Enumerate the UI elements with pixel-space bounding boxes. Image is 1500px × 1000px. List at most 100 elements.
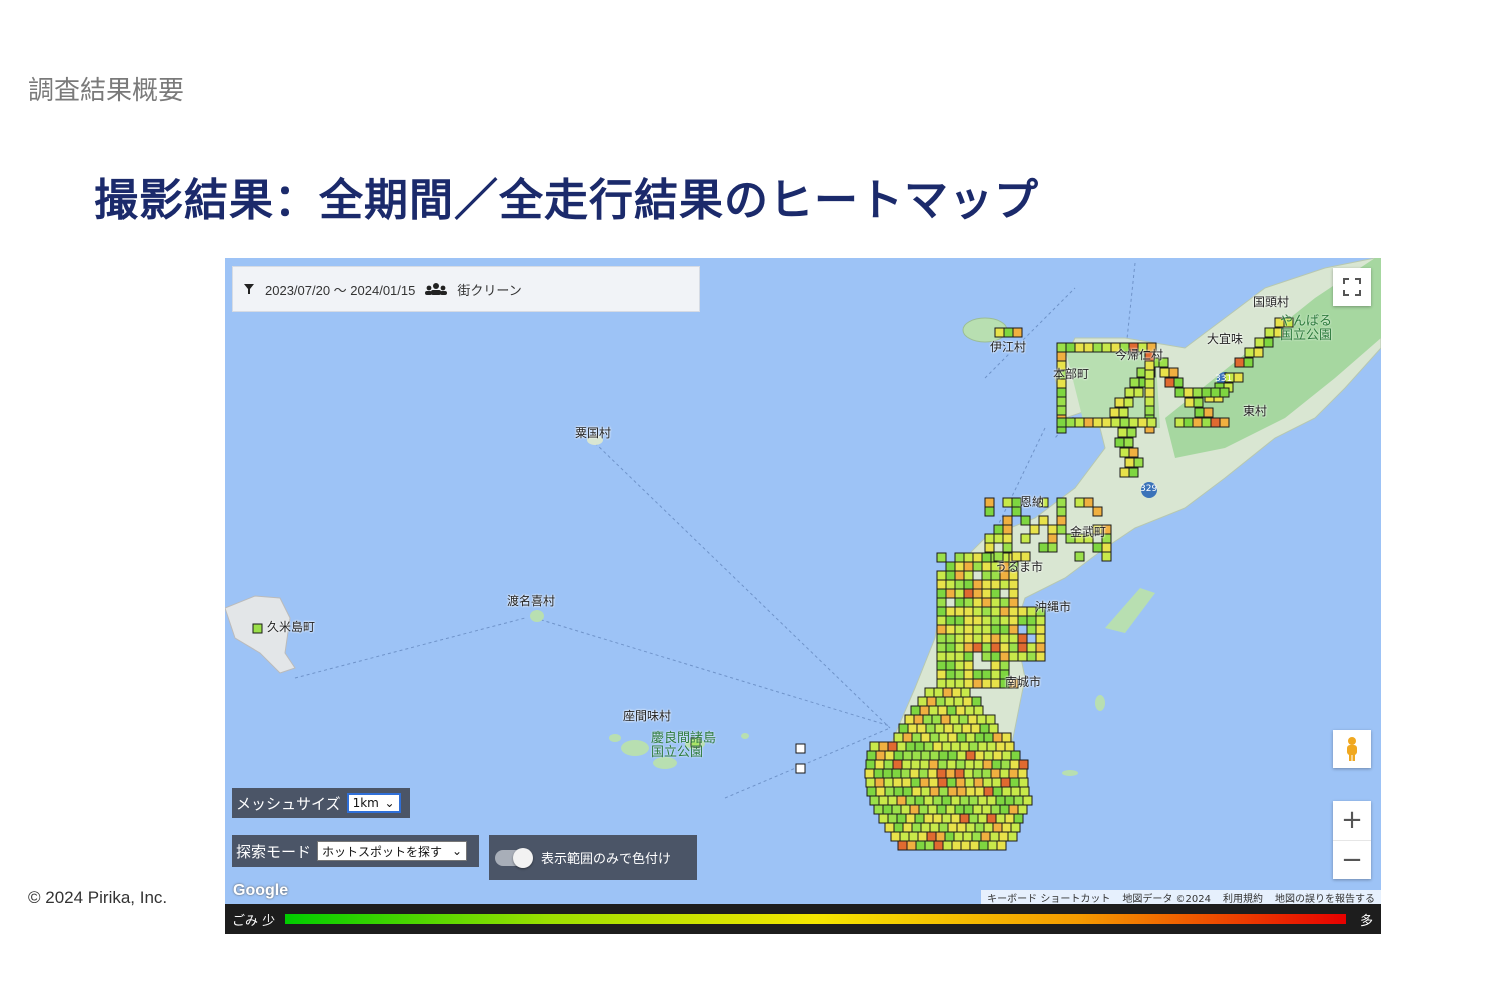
chevron-down-icon: ⌄: [384, 796, 395, 810]
visible-range-toggle[interactable]: [495, 847, 533, 868]
street-view-button[interactable]: [1333, 730, 1371, 768]
heatmap-cell: [981, 651, 992, 662]
heatmap-cell: [1074, 417, 1085, 428]
heatmap-cell: [936, 552, 947, 563]
heatmap-cell: [981, 633, 992, 644]
heatmap-cell: [864, 768, 875, 779]
heatmap-cell: [950, 813, 961, 824]
heatmap-cell: [945, 768, 956, 779]
heatmap-cell: [906, 840, 917, 851]
heatmap-cell: [954, 624, 965, 635]
heatmap-cell: [943, 723, 954, 734]
heatmap-cell: [965, 750, 976, 761]
heatmap-cell: [902, 786, 913, 797]
heatmap-cell: [873, 768, 884, 779]
heatmap-cell: [961, 723, 972, 734]
heatmap-cell: [887, 741, 898, 752]
heatmap-cell: [1008, 597, 1019, 608]
heatmap-cell: [1017, 768, 1028, 779]
heatmap-cell: [984, 506, 995, 517]
heatmap-cell: [1004, 813, 1015, 824]
heatmap-cell: [941, 741, 952, 752]
heatmap-cell: [891, 768, 902, 779]
fullscreen-icon: [1343, 278, 1361, 296]
heatmap-cell: [929, 822, 940, 833]
heatmap-cell: [963, 624, 974, 635]
heatmap-cell: [927, 804, 938, 815]
heatmap-cell: [954, 633, 965, 644]
heatmap-cell: [1092, 417, 1103, 428]
heatmap-cell: [990, 606, 1001, 617]
keyboard-shortcut-link[interactable]: キーボード ショートカット: [981, 890, 1116, 905]
heatmap-cell: [1010, 786, 1021, 797]
terms-link[interactable]: 利用規約: [1217, 890, 1269, 905]
heatmap-cell: [981, 588, 992, 599]
heatmap-cell: [974, 750, 985, 761]
heatmap-cell: [875, 786, 886, 797]
heatmap-cell: [972, 642, 983, 653]
heatmap-cell: [954, 561, 965, 572]
heatmap-cell: [1001, 786, 1012, 797]
heatmap-cell: [983, 732, 994, 743]
heatmap-cell: [999, 642, 1010, 653]
heatmap-cell: [1192, 417, 1203, 428]
heatmap-cell: [869, 741, 880, 752]
heatmap-cell: [942, 687, 953, 698]
heatmap-cell: [986, 741, 997, 752]
heatmap-cell: [972, 768, 983, 779]
heatmap-cell: [865, 759, 876, 770]
heatmap-cell: [951, 687, 962, 698]
heatmap-cell: [945, 588, 956, 599]
heatmap-cell: [947, 822, 958, 833]
place-uruma: うるま市: [995, 560, 1044, 574]
heatmap-cell: [964, 759, 975, 770]
heatmap-cell: [1026, 651, 1037, 662]
heatmap-cell: [973, 777, 984, 788]
heatmap-cell: [964, 777, 975, 788]
heatmap-cell: [1092, 506, 1103, 517]
heatmap-cell: [972, 678, 983, 689]
heatmap-cell: [1017, 651, 1028, 662]
filter-icon: [244, 284, 254, 294]
heatmap-cell: [1013, 813, 1024, 824]
heatmap-cell: [1253, 347, 1264, 358]
heatmap-cell: [936, 642, 947, 653]
filter-bar[interactable]: 2023/07/20 〜 2024/01/15 街クリーン: [232, 266, 700, 312]
zoom-in-button[interactable]: +: [1333, 801, 1371, 841]
heatmap-cell: [969, 840, 980, 851]
heatmap-cell: [1008, 768, 1019, 779]
heatmap-map[interactable]: 2023/07/20 〜 2024/01/15 街クリーン 国頭村 大宜味 やん…: [225, 258, 1381, 934]
heatmap-cell: [1203, 407, 1214, 418]
heatmap-cell: [959, 813, 970, 824]
heatmap-cell: [999, 768, 1010, 779]
heatmap-cell: [999, 597, 1010, 608]
heatmap-cell: [1083, 497, 1094, 508]
place-kunigami: 国頭村: [1253, 295, 1290, 309]
search-mode-select[interactable]: ホットスポットを探す ⌄: [317, 841, 468, 861]
mesh-size-select[interactable]: 1km ⌄: [346, 793, 401, 813]
heatmap-cell: [994, 327, 1005, 338]
report-error-link[interactable]: 地図の誤りを報告する: [1269, 890, 1381, 905]
heatmap-cell: [896, 813, 907, 824]
heatmap-cell: [882, 768, 893, 779]
heatmap-cell: [1173, 377, 1184, 388]
heatmap-cell: [911, 750, 922, 761]
heatmap-cell: [900, 804, 911, 815]
heatmap-cell: [923, 795, 934, 806]
heatmap-cell: [950, 741, 961, 752]
heatmap-cell: [990, 588, 1001, 599]
heatmap-cell: [905, 795, 916, 806]
heatmap-cell: [916, 723, 927, 734]
heatmap-cell: [977, 795, 988, 806]
heatmap-cell: [1026, 642, 1037, 653]
fullscreen-button[interactable]: [1333, 268, 1371, 306]
heatmap-cell: [945, 669, 956, 680]
heatmap-cell: [995, 813, 1006, 824]
heatmap-cell: [1002, 542, 1013, 553]
heatmap-cell: [946, 705, 957, 716]
heatmap-cell: [1144, 405, 1155, 416]
heatmap-cell: [962, 831, 973, 842]
mesh-size-label: メッシュサイズ: [236, 794, 341, 813]
zoom-out-button[interactable]: −: [1333, 841, 1371, 880]
heatmap-cell: [1210, 417, 1221, 428]
